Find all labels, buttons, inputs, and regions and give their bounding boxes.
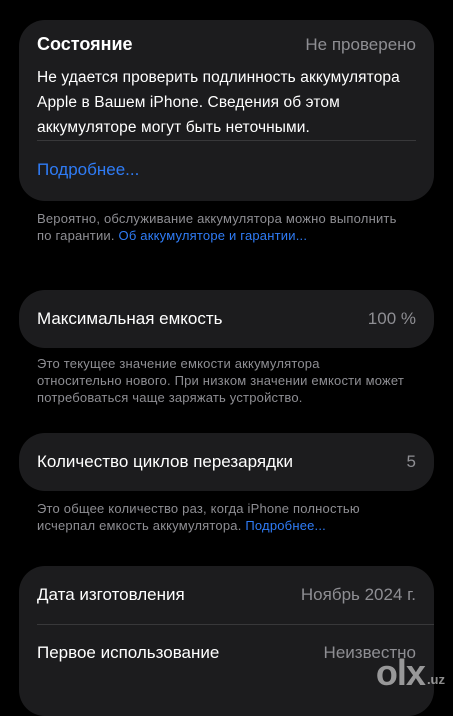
max-capacity-label: Максимальная емкость: [37, 309, 223, 328]
status-message: Не удается проверить подлинность аккумул…: [37, 69, 400, 136]
olx-watermark: olx .uz: [376, 655, 445, 691]
warranty-note: Вероятно, обслуживание аккумулятора можн…: [37, 210, 407, 244]
max-capacity-card: Максимальная емкость 100 %: [19, 290, 434, 348]
olx-domain: .uz: [426, 672, 445, 687]
max-capacity-value: 100 %: [367, 309, 416, 328]
cycle-count-note: Это общее количество раз, когда iPhone п…: [37, 500, 407, 534]
first-use-label: Первое использование: [37, 643, 220, 662]
first-use-row: Первое использование Неизвестно: [37, 624, 416, 682]
max-capacity-row: Максимальная емкость 100 %: [37, 290, 416, 348]
status-divider: [37, 140, 416, 141]
status-value: Не проверено: [305, 35, 416, 54]
status-card: Состояние Не проверено Не удается провер…: [19, 20, 434, 201]
cycle-count-more-link[interactable]: Подробнее...: [245, 518, 326, 533]
status-header: Состояние Не проверено: [37, 34, 416, 55]
battery-info-card: Дата изготовления Ноябрь 2024 г. Первое …: [19, 566, 434, 716]
manufacture-date-row: Дата изготовления Ноябрь 2024 г.: [37, 566, 416, 624]
manufacture-date-value: Ноябрь 2024 г.: [300, 585, 416, 604]
cycle-count-label: Количество циклов перезарядки: [37, 452, 293, 471]
cycle-count-card: Количество циклов перезарядки 5: [19, 433, 434, 491]
manufacture-date-label: Дата изготовления: [37, 585, 185, 604]
olx-logo: olx: [375, 652, 426, 693]
status-more-link[interactable]: Подробнее...: [37, 160, 139, 180]
status-title: Состояние: [37, 34, 133, 54]
capacity-note: Это текущее значение емкости аккумулятор…: [37, 356, 405, 405]
warranty-link[interactable]: Об аккумуляторе и гарантии...: [119, 228, 308, 243]
cycle-count-row: Количество циклов перезарядки 5: [37, 433, 416, 491]
cycle-count-value: 5: [406, 452, 416, 471]
